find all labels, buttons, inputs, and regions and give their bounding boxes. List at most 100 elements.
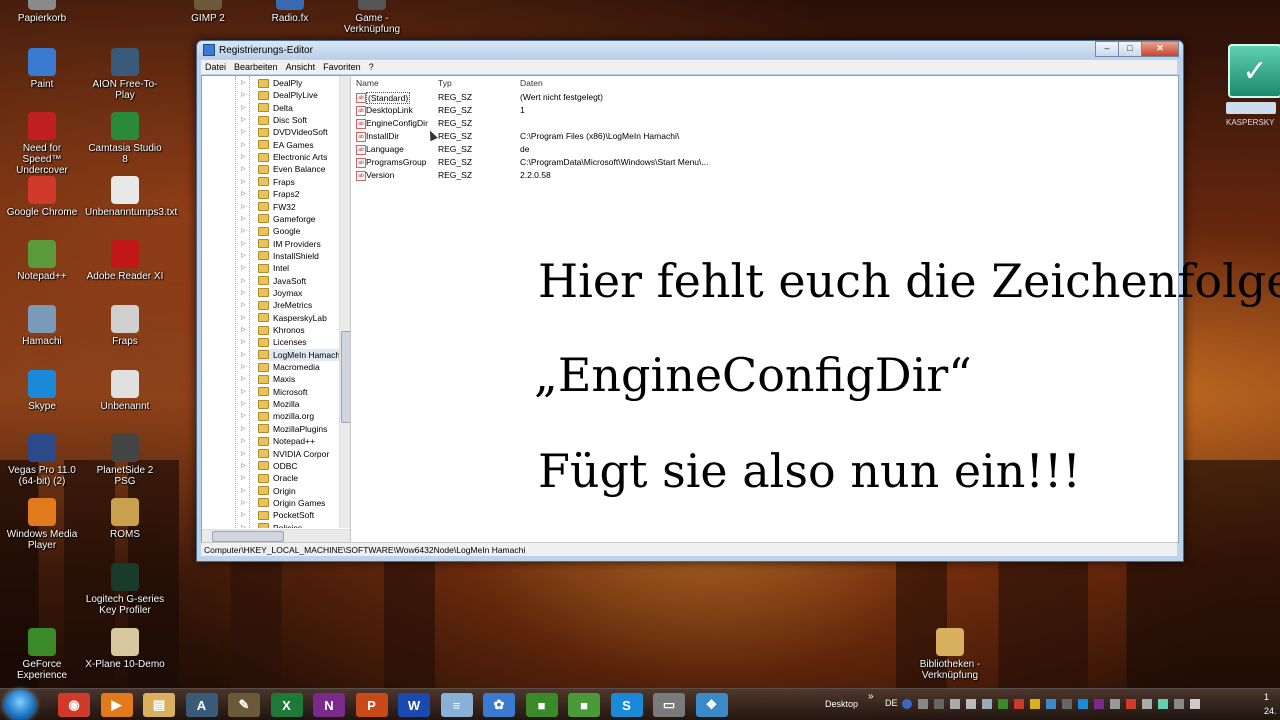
tree-item[interactable]: ▷ DVDVideoSoft <box>241 126 328 138</box>
expand-arrow-icon[interactable]: ▷ <box>241 314 246 321</box>
tray-icon[interactable] <box>1190 699 1200 709</box>
expand-arrow-icon[interactable]: ▷ <box>241 462 246 469</box>
column-name[interactable]: Name <box>356 78 379 88</box>
tray-icon[interactable] <box>934 699 944 709</box>
desktop-icon[interactable]: Notepad++ <box>2 240 82 282</box>
expand-arrow-icon[interactable]: ▷ <box>241 450 246 457</box>
expand-arrow-icon[interactable]: ▷ <box>241 388 246 395</box>
tree-item[interactable]: ▷ mozilla.org <box>241 410 314 422</box>
onenote-icon[interactable]: N <box>313 693 345 717</box>
tree-item[interactable]: ▷ JavaSoft <box>241 275 306 287</box>
expand-arrow-icon[interactable]: ▷ <box>241 363 246 370</box>
expand-arrow-icon[interactable]: ▷ <box>241 178 246 185</box>
expand-arrow-icon[interactable]: ▷ <box>241 104 246 111</box>
close-button[interactable]: ✕ <box>1141 41 1179 57</box>
tree-item[interactable]: ▷ Microsoft <box>241 386 307 398</box>
desktop-icon[interactable]: Unbenannt <box>85 370 165 412</box>
tree-item[interactable]: ▷ Delta <box>241 102 293 114</box>
expand-arrow-icon[interactable]: ▷ <box>241 289 246 296</box>
desktop-icon[interactable]: PlanetSide 2 PSG <box>85 434 165 487</box>
menu-favoriten[interactable]: Favoriten <box>319 62 365 72</box>
expand-arrow-icon[interactable]: ▷ <box>241 277 246 284</box>
tray-icons[interactable] <box>902 699 1242 711</box>
tree-item[interactable]: ▷ Joymax <box>241 287 302 299</box>
tree-item[interactable]: ▷ EA Games <box>241 139 314 151</box>
expand-arrow-icon[interactable]: ▷ <box>241 190 246 197</box>
tray-icon[interactable] <box>918 699 928 709</box>
scroll-thumb[interactable] <box>212 531 284 542</box>
expand-arrow-icon[interactable]: ▷ <box>241 301 246 308</box>
help-icon[interactable] <box>902 699 912 709</box>
expand-arrow-icon[interactable]: ▷ <box>241 326 246 333</box>
title-bar[interactable]: Registrierungs-Editor – □ ✕ <box>197 41 1183 59</box>
gimp-icon[interactable]: ✎ <box>228 693 260 717</box>
desktop-icon[interactable]: Skype <box>2 370 82 412</box>
tray-icon[interactable] <box>1142 699 1152 709</box>
tree-item[interactable]: ▷ Google <box>241 225 300 237</box>
tree-item[interactable]: ▷ NVIDIA Corpor <box>241 448 329 460</box>
expand-arrow-icon[interactable]: ▷ <box>241 165 246 172</box>
chrome-icon[interactable]: ◉ <box>58 693 90 717</box>
tree-item[interactable]: ▷ DealPlyLive <box>241 89 318 101</box>
tree-item[interactable]: ▷ Fraps2 <box>241 188 299 200</box>
tree-item[interactable]: ▷ InstallShield <box>241 250 319 262</box>
minecraft2-icon[interactable]: ■ <box>568 693 600 717</box>
tree-horizontal-scrollbar[interactable] <box>202 529 350 542</box>
tray-icon[interactable] <box>1030 699 1040 709</box>
media-player-icon[interactable]: ▶ <box>100 693 133 717</box>
tree-item[interactable]: ▷ Mozilla <box>241 398 299 410</box>
expand-arrow-icon[interactable]: ▷ <box>241 524 246 528</box>
value-row[interactable]: ab EngineConfigDir REG_SZ <box>352 118 1178 130</box>
desktop-icon[interactable]: Paint <box>2 48 82 90</box>
tree-item[interactable]: ▷ Electronic Arts <box>241 151 327 163</box>
desktop-icon[interactable]: GIMP 2 <box>168 0 248 24</box>
tree-item[interactable]: ▷ Gameforge <box>241 213 316 225</box>
kaspersky-controls[interactable] <box>1226 102 1276 114</box>
expand-arrow-icon[interactable]: ▷ <box>241 474 246 481</box>
value-row[interactable]: ab DesktopLink REG_SZ 1 <box>352 105 1178 117</box>
tree-item[interactable]: ▷ Khronos <box>241 324 305 336</box>
tree-item[interactable]: ▷ Fraps <box>241 176 295 188</box>
tray-icon[interactable] <box>1078 699 1088 709</box>
desktop-icon[interactable]: Radio.fx <box>250 0 330 24</box>
clock-time[interactable]: 1 <box>1264 692 1269 702</box>
tray-icon[interactable] <box>1094 699 1104 709</box>
scroll-thumb[interactable] <box>341 331 350 423</box>
expand-arrow-icon[interactable]: ▷ <box>241 91 246 98</box>
expand-arrow-icon[interactable]: ▷ <box>241 375 246 382</box>
desktop-icon[interactable]: Camtasia Studio 8 <box>85 112 165 165</box>
expand-arrow-icon[interactable]: ▷ <box>241 141 246 148</box>
expand-arrow-icon[interactable]: ▷ <box>241 499 246 506</box>
tree-item[interactable]: ▷ Notepad++ <box>241 435 315 447</box>
expand-arrow-icon[interactable]: ▷ <box>241 227 246 234</box>
skype-icon[interactable]: S <box>610 693 643 717</box>
expand-arrow-icon[interactable]: ▷ <box>241 351 246 358</box>
menu-datei[interactable]: Datei <box>201 62 230 72</box>
desktop-icon[interactable]: Fraps <box>85 305 165 347</box>
tray-icon[interactable] <box>998 699 1008 709</box>
desktop-icon[interactable]: GeForce Experience <box>2 628 82 681</box>
value-row[interactable]: ab Language REG_SZ de <box>352 144 1178 156</box>
desktop-icon[interactable]: Papierkorb <box>2 0 82 24</box>
menu-help[interactable]: ? <box>365 62 378 72</box>
tree-item[interactable]: ▷ PocketSoft <box>241 509 314 521</box>
column-type[interactable]: Typ <box>438 78 452 88</box>
tree-item[interactable]: ▷ Disc Soft <box>241 114 307 126</box>
monitor-icon[interactable]: ▭ <box>653 693 685 717</box>
expand-arrow-icon[interactable]: ▷ <box>241 264 246 271</box>
aion-icon[interactable]: A <box>185 693 218 717</box>
tray-icon[interactable] <box>1062 699 1072 709</box>
desktop-icon[interactable]: AION Free-To-Play <box>85 48 165 101</box>
expand-arrow-icon[interactable]: ▷ <box>241 412 246 419</box>
tray-icon[interactable] <box>1046 699 1056 709</box>
powerpoint-icon[interactable]: P <box>355 693 388 717</box>
minecraft-icon[interactable]: ■ <box>525 693 558 717</box>
tree-vertical-scrollbar[interactable] <box>339 76 350 528</box>
tree-item[interactable]: ▷ Policies <box>241 522 302 528</box>
tree-item[interactable]: ▷ Licenses <box>241 336 307 348</box>
start-button[interactable] <box>4 690 36 720</box>
tray-icon[interactable] <box>1126 699 1136 709</box>
tree-item[interactable]: ▷ Origin <box>241 485 296 497</box>
expand-arrow-icon[interactable]: ▷ <box>241 425 246 432</box>
expand-arrow-icon[interactable]: ▷ <box>241 79 246 86</box>
